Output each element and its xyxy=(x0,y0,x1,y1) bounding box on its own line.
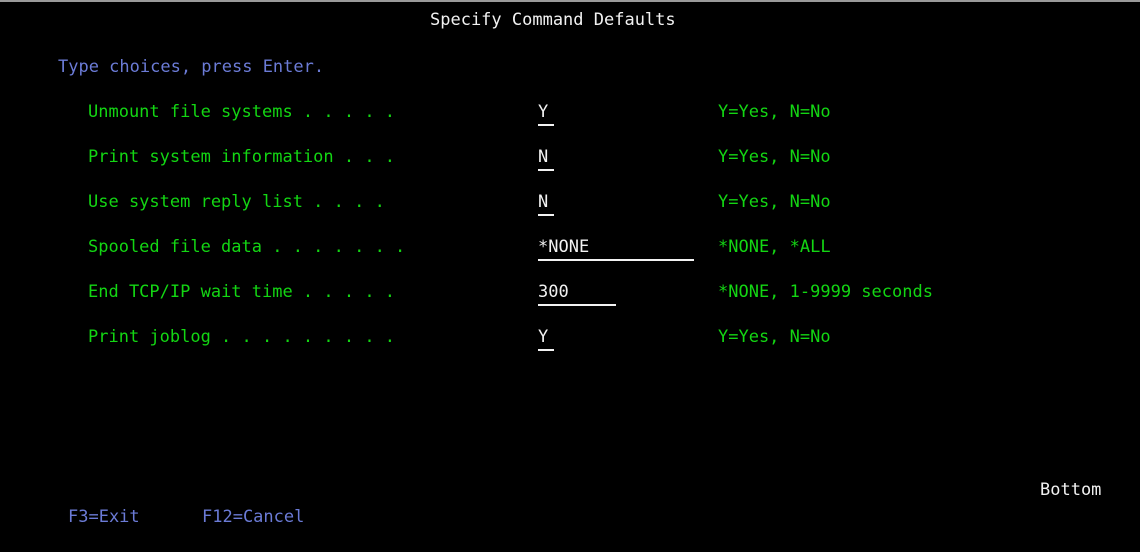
window-top-border xyxy=(0,0,1140,2)
field-label: Use system reply list . . . . xyxy=(88,192,385,212)
field-input[interactable]: Y xyxy=(538,325,554,351)
field-help-text: Y=Yes, N=No xyxy=(718,327,831,347)
field-label: Print system information . . . xyxy=(88,147,396,167)
field-label: Print joblog . . . . . . . . . xyxy=(88,327,396,347)
field-label: End TCP/IP wait time . . . . . xyxy=(88,282,396,302)
field-help-text: *NONE, 1-9999 seconds xyxy=(718,282,933,302)
function-key-f12[interactable]: F12=Cancel xyxy=(202,505,304,529)
field-input[interactable]: *NONE xyxy=(538,235,695,261)
field-help-text: Y=Yes, N=No xyxy=(718,102,831,122)
field-label: Spooled file data . . . . . . . xyxy=(88,237,406,257)
function-key-f3[interactable]: F3=Exit xyxy=(68,505,140,529)
instruction-text: Type choices, press Enter. xyxy=(58,57,325,77)
terminal-screen: Specify Command Defaults Type choices, p… xyxy=(0,0,1140,552)
position-indicator: Bottom xyxy=(1040,480,1102,500)
field-help-text: Y=Yes, N=No xyxy=(718,192,831,212)
field-help-text: Y=Yes, N=No xyxy=(718,147,831,167)
field-input[interactable]: 300 xyxy=(538,280,617,306)
field-help-text: *NONE, *ALL xyxy=(718,237,831,257)
field-input[interactable]: N xyxy=(538,145,554,171)
page-title: Specify Command Defaults xyxy=(430,10,676,30)
field-input[interactable]: Y xyxy=(538,100,554,126)
field-label: Unmount file systems . . . . . xyxy=(88,102,396,122)
field-input[interactable]: N xyxy=(538,190,554,216)
